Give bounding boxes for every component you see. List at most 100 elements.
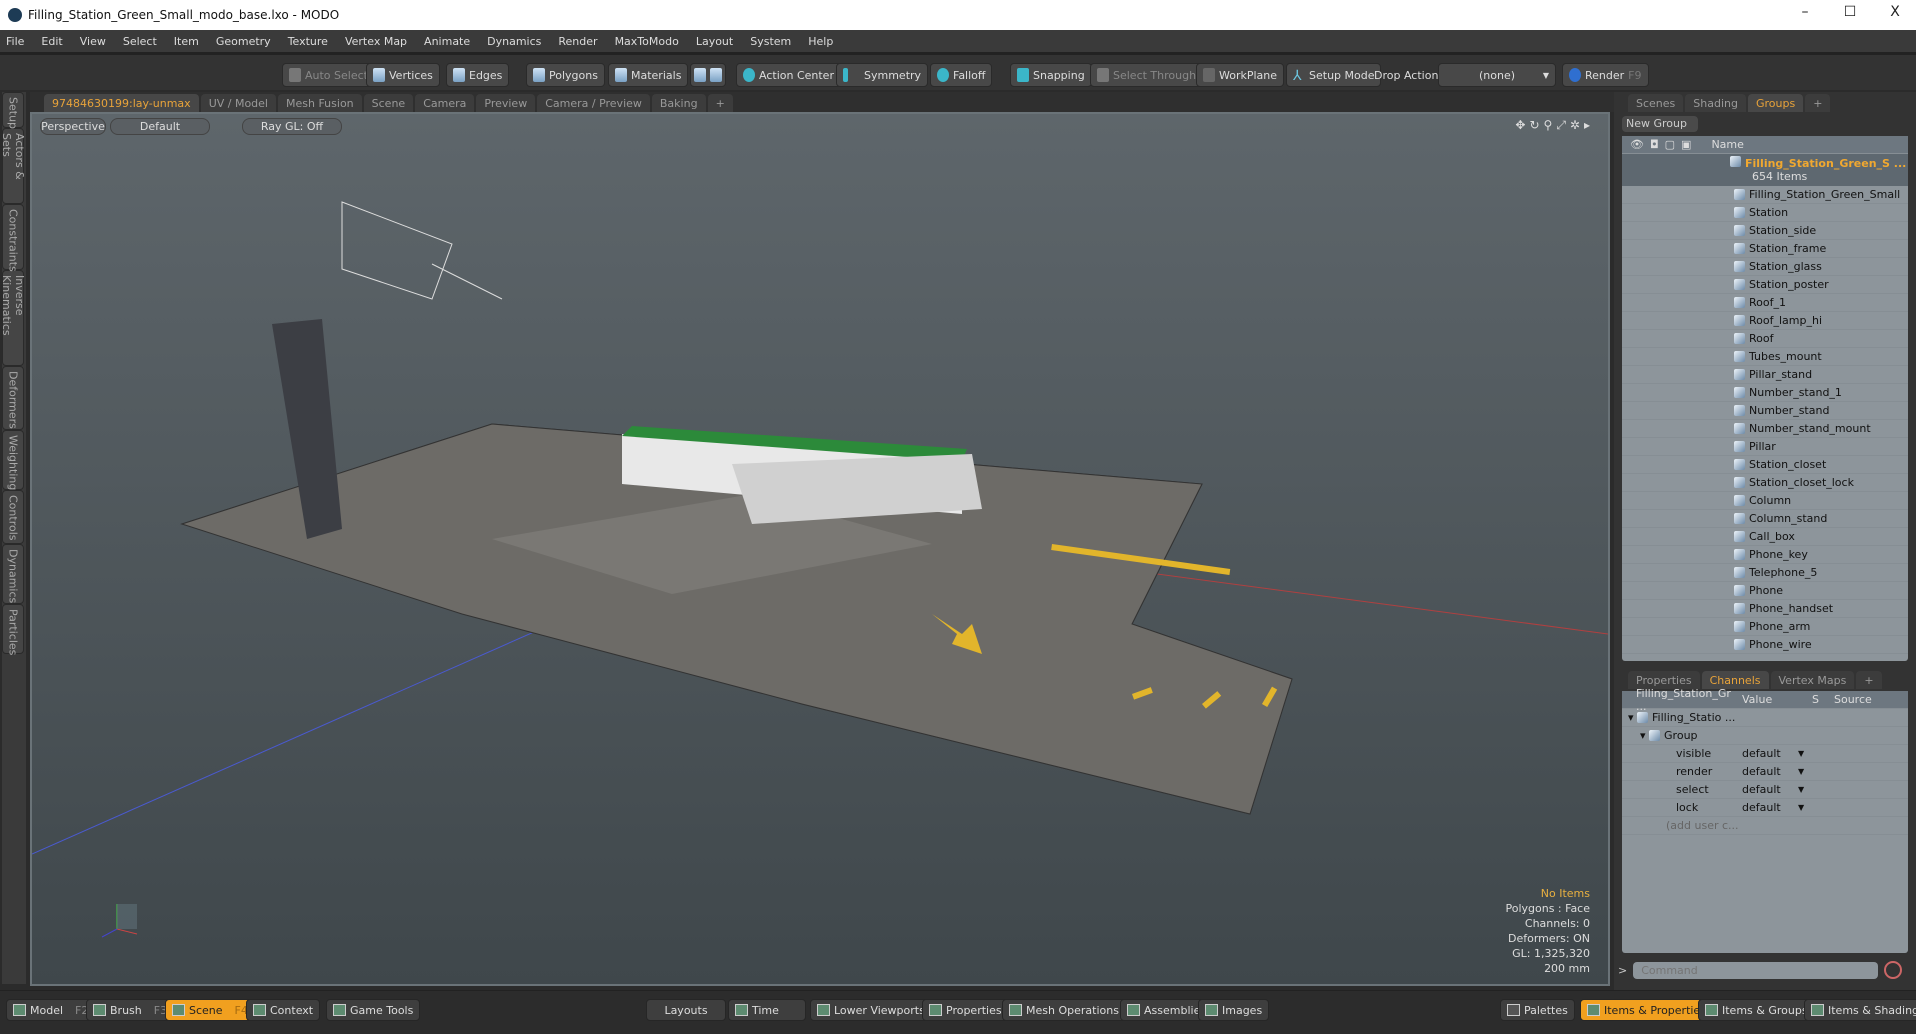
- left-tab-dynamics[interactable]: Dynamics: [2, 544, 24, 604]
- tab-shading[interactable]: Shading: [1685, 94, 1746, 112]
- tab-viewport-0[interactable]: 97484630199:lay-unmax: [44, 94, 199, 112]
- menu-view[interactable]: View: [80, 35, 106, 48]
- channel-group-row[interactable]: ▾ Group: [1622, 727, 1908, 745]
- layouts-button[interactable]: Layouts: [646, 999, 726, 1021]
- auto-select-button[interactable]: Auto Select: [282, 63, 375, 87]
- tab-viewport-3[interactable]: Scene: [363, 94, 414, 112]
- time-button[interactable]: Time: [728, 999, 806, 1021]
- list-item[interactable]: Roof_1: [1622, 294, 1908, 312]
- images-button[interactable]: Images: [1198, 999, 1270, 1021]
- left-tab-particles[interactable]: Particles: [2, 604, 24, 655]
- list-item[interactable]: Station: [1622, 204, 1908, 222]
- dropdown-arrow-icon[interactable]: ▼: [1798, 749, 1804, 758]
- menu-maxtomodo[interactable]: MaxToModo: [615, 35, 679, 48]
- list-item[interactable]: Number_stand: [1622, 402, 1908, 420]
- list-item[interactable]: Number_stand_mount: [1622, 420, 1908, 438]
- add-user-channel[interactable]: (add user c...: [1622, 817, 1908, 835]
- 3d-viewport[interactable]: Perspective Default Ray GL: Off ✥↻⚲⤢✲▸ N…: [30, 112, 1610, 986]
- channel-row[interactable]: visible default ▼: [1622, 745, 1908, 763]
- list-item[interactable]: Filling_Station_Green_Small: [1622, 186, 1908, 204]
- list-item[interactable]: Tubes_mount: [1622, 348, 1908, 366]
- channel-row[interactable]: select default ▼: [1622, 781, 1908, 799]
- list-item[interactable]: Telephone_5: [1622, 564, 1908, 582]
- visibility-column-icons[interactable]: 👁◘▢▣: [1622, 138, 1697, 151]
- tab-viewport-4[interactable]: Camera: [415, 94, 475, 112]
- minimize-button[interactable]: –: [1790, 4, 1820, 20]
- menu-layout[interactable]: Layout: [696, 35, 733, 48]
- tab-viewport-5[interactable]: Preview: [476, 94, 536, 112]
- tab-viewport-2[interactable]: Mesh Fusion: [278, 94, 362, 112]
- menu-help[interactable]: Help: [808, 35, 833, 48]
- list-item[interactable]: Station_closet_lock: [1622, 474, 1908, 492]
- maximize-button[interactable]: ☐: [1835, 4, 1865, 20]
- tab-vertex-maps[interactable]: Vertex Maps: [1770, 671, 1855, 689]
- tab-viewport-6[interactable]: Camera / Preview: [537, 94, 650, 112]
- menu-edit[interactable]: Edit: [41, 35, 62, 48]
- record-icon[interactable]: [1884, 961, 1903, 979]
- tab-viewport-7[interactable]: Baking: [651, 94, 706, 112]
- list-item[interactable]: Roof: [1622, 330, 1908, 348]
- channel-value[interactable]: default: [1738, 747, 1798, 760]
- channel-value[interactable]: default: [1738, 783, 1798, 796]
- items-properties-button[interactable]: Items & Properties: [1580, 999, 1713, 1021]
- tab-viewport-1[interactable]: UV / Model: [200, 94, 276, 112]
- list-item[interactable]: Pillar: [1622, 438, 1908, 456]
- list-item[interactable]: Station_poster: [1622, 276, 1908, 294]
- list-item[interactable]: Column: [1622, 492, 1908, 510]
- select-through-button[interactable]: Select Through: [1090, 63, 1204, 87]
- items-shading-button[interactable]: Items & Shading: [1804, 999, 1916, 1021]
- drop-action-select[interactable]: (none) ▼: [1438, 63, 1556, 87]
- lower-viewports-button[interactable]: Lower Viewports: [810, 999, 932, 1021]
- list-item[interactable]: Station_side: [1622, 222, 1908, 240]
- tab-scenes[interactable]: Scenes: [1628, 94, 1684, 112]
- menu-texture[interactable]: Texture: [288, 35, 328, 48]
- left-tab-deformers[interactable]: Deformers: [2, 366, 24, 430]
- list-item[interactable]: Call_box: [1622, 528, 1908, 546]
- tab-viewport-8[interactable]: +: [707, 94, 733, 112]
- symmetry-button[interactable]: Symmetry: [836, 63, 929, 87]
- left-tab-actors-sets[interactable]: Actors & Sets: [0, 128, 26, 204]
- item-mode-buttons[interactable]: [690, 63, 726, 87]
- render-button[interactable]: Render F9: [1562, 63, 1649, 87]
- properties-button[interactable]: Properties: [922, 999, 1009, 1021]
- list-item[interactable]: Phone_arm: [1622, 618, 1908, 636]
- new-group-button[interactable]: New Group: [1622, 116, 1698, 132]
- menu-vertex-map[interactable]: Vertex Map: [345, 35, 407, 48]
- menu-item[interactable]: Item: [174, 35, 199, 48]
- dropdown-arrow-icon[interactable]: ▼: [1798, 803, 1804, 812]
- edges-button[interactable]: Edges: [446, 63, 510, 87]
- menu-system[interactable]: System: [750, 35, 791, 48]
- menu-select[interactable]: Select: [123, 35, 157, 48]
- mesh-operations-button[interactable]: Mesh Operations: [1002, 999, 1126, 1021]
- group-row[interactable]: Filling_Station_Green_S ... 654 Items: [1622, 154, 1908, 186]
- snapping-button[interactable]: Snapping: [1010, 63, 1092, 87]
- left-tab-setup[interactable]: Setup: [2, 92, 24, 129]
- list-item[interactable]: Phone_wire: [1622, 636, 1908, 654]
- left-tab-constraints[interactable]: Constraints: [2, 204, 24, 272]
- menu-file[interactable]: File: [6, 35, 24, 48]
- tab-add[interactable]: +: [1856, 671, 1882, 689]
- workplane-button[interactable]: WorkPlane: [1196, 63, 1285, 87]
- channel-row[interactable]: lock default ▼: [1622, 799, 1908, 817]
- list-item[interactable]: Station_glass: [1622, 258, 1908, 276]
- menu-dynamics[interactable]: Dynamics: [487, 35, 541, 48]
- game-tools-layout-button[interactable]: Game Tools: [326, 999, 421, 1021]
- command-input[interactable]: [1633, 961, 1879, 979]
- channel-value[interactable]: default: [1738, 765, 1798, 778]
- channel-row[interactable]: render default ▼: [1622, 763, 1908, 781]
- dropdown-arrow-icon[interactable]: ▼: [1798, 767, 1804, 776]
- left-tab-controls[interactable]: Controls: [2, 490, 24, 544]
- list-item[interactable]: Number_stand_1: [1622, 384, 1908, 402]
- left-tab-inverse-kinematics[interactable]: Inverse Kinematics: [0, 270, 26, 366]
- palettes-button[interactable]: Palettes: [1500, 999, 1575, 1021]
- channel-value[interactable]: default: [1738, 801, 1798, 814]
- dropdown-arrow-icon[interactable]: ▼: [1798, 785, 1804, 794]
- list-item[interactable]: Pillar_stand: [1622, 366, 1908, 384]
- close-button[interactable]: X: [1880, 4, 1910, 20]
- vertices-button[interactable]: Vertices: [366, 63, 440, 87]
- polygons-button[interactable]: Polygons: [526, 63, 605, 87]
- list-item[interactable]: Phone_key: [1622, 546, 1908, 564]
- scene-layout-button[interactable]: Scene F4: [165, 999, 255, 1021]
- action-center-button[interactable]: Action Center: [736, 63, 841, 87]
- menu-render[interactable]: Render: [558, 35, 597, 48]
